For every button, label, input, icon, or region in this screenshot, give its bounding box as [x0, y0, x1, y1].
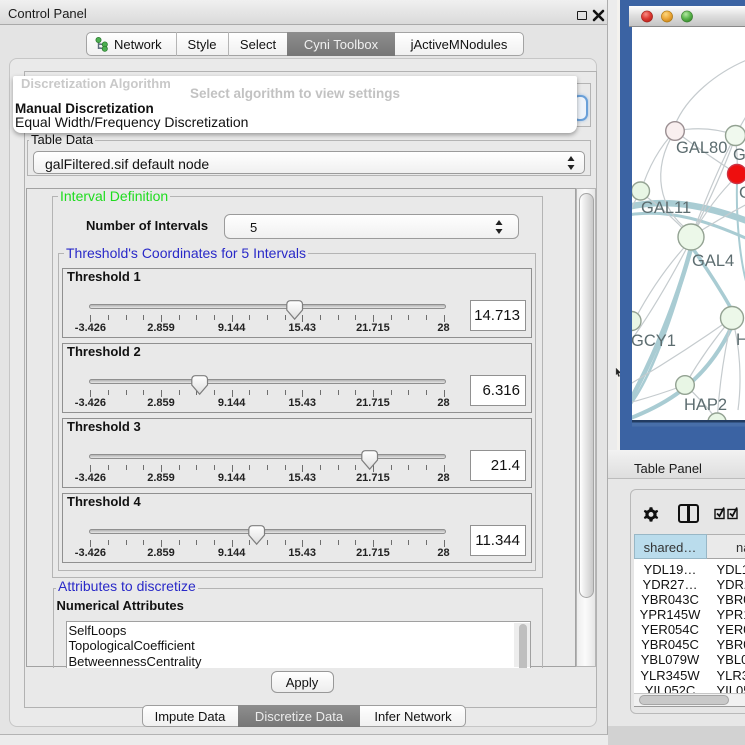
svg-text:GAL11: GAL11	[641, 199, 691, 217]
svg-text:GA: GA	[733, 146, 745, 164]
svg-text:GAL4: GAL4	[692, 252, 734, 270]
svg-text:GAL80: GAL80	[676, 139, 727, 157]
svg-text:GCY1: GCY1	[631, 332, 676, 350]
svg-text:HAP2: HAP2	[684, 396, 727, 414]
svg-text:C: C	[739, 184, 745, 202]
svg-text:H: H	[736, 331, 745, 349]
